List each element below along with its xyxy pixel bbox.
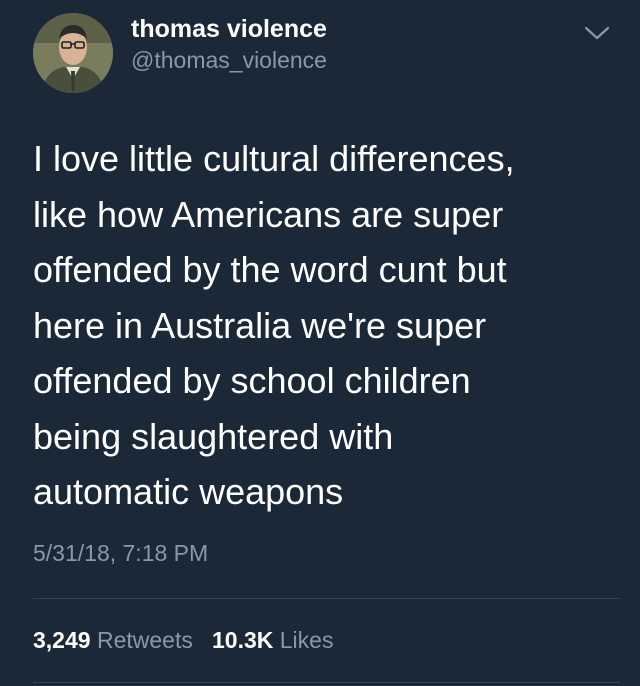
display-name[interactable]: thomas violence [131, 15, 327, 44]
tweet-card: thomas violence @thomas_violence I love … [0, 0, 640, 686]
tweet-text: I love little cultural differences, like… [33, 131, 618, 520]
avatar-image [33, 13, 113, 93]
tweet-timestamp[interactable]: 5/31/18, 7:18 PM [33, 540, 208, 567]
tweet-text-line: I love little cultural differences, [33, 138, 515, 179]
likes-count[interactable]: 10.3K [212, 627, 273, 653]
tweet-text-line: being slaughtered with [33, 415, 394, 457]
likes-label[interactable]: Likes [280, 627, 334, 653]
tweet-text-line: offended by the word cunt but [33, 249, 507, 290]
avatar[interactable] [33, 13, 113, 93]
tweet-text-line: here in Australia we're super [33, 304, 487, 346]
retweets-count[interactable]: 3,249 [33, 627, 91, 653]
chevron-down-icon[interactable] [582, 22, 612, 44]
tweet-text-line: automatic weapons [33, 471, 344, 512]
tweet-text-line: like how Americans are super [33, 193, 504, 235]
tweet-stats: 3,249 Retweets 10.3K Likes [33, 627, 333, 654]
divider [33, 598, 620, 599]
retweets-label[interactable]: Retweets [97, 627, 193, 653]
divider [33, 682, 620, 683]
user-handle[interactable]: @thomas_violence [131, 47, 327, 74]
tweet-text-line: offended by school children [33, 360, 471, 401]
